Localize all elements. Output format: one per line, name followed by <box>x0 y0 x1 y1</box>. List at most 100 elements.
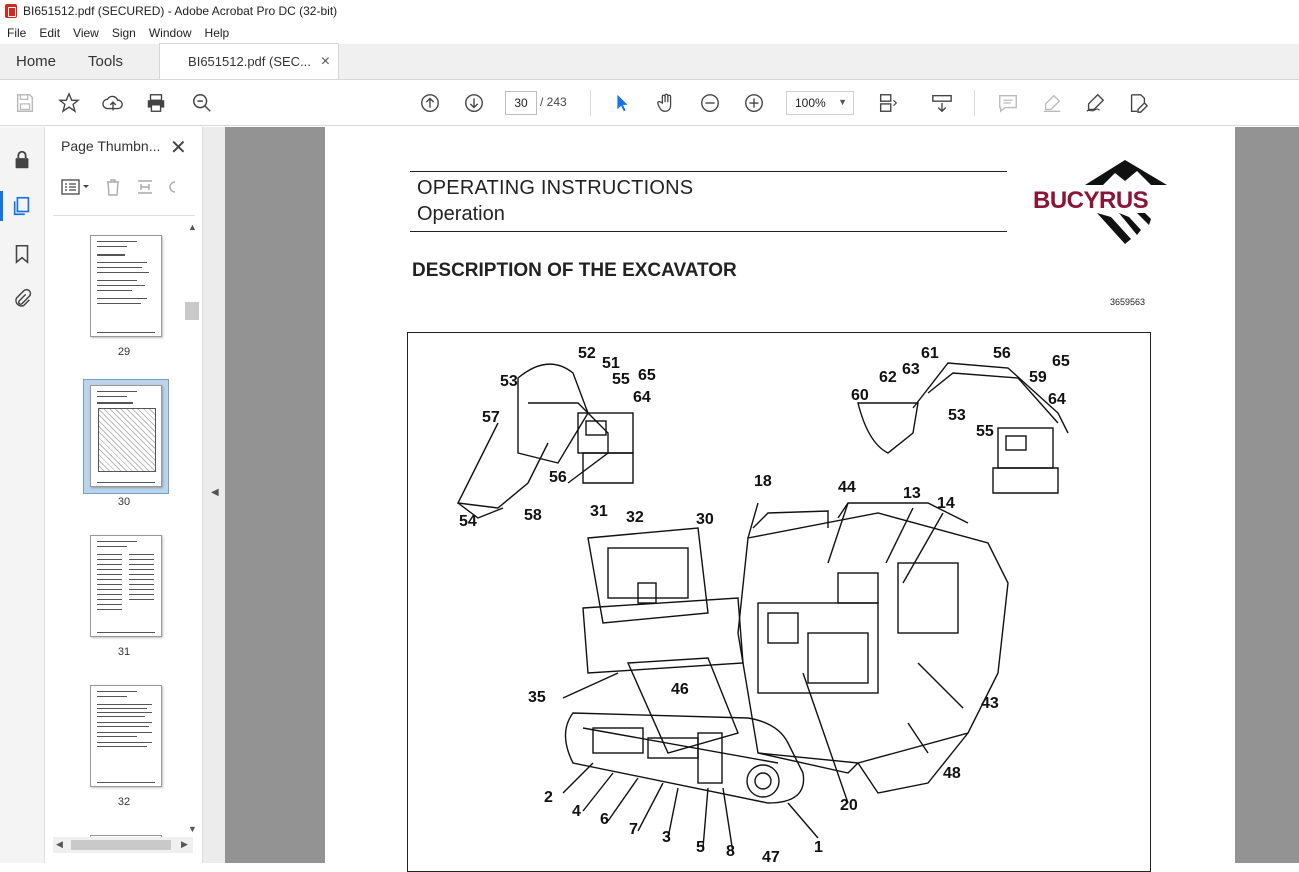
hscrollbar-thumb[interactable] <box>71 840 171 850</box>
tab-close-icon[interactable]: × <box>321 53 330 71</box>
callout-label: 53 <box>948 407 966 424</box>
search-zoom-icon[interactable] <box>190 91 214 115</box>
thumbnails-toolbar <box>61 177 177 201</box>
thumbnails-scrollbar[interactable]: ▲ ▼ <box>185 222 199 837</box>
zoom-in-icon[interactable] <box>742 91 766 115</box>
insert-page-icon[interactable] <box>135 177 155 202</box>
callout-label: 3 <box>662 829 671 846</box>
callout-label: 58 <box>524 507 542 524</box>
menu-view[interactable]: View <box>66 26 105 40</box>
callout-label: 18 <box>754 473 772 490</box>
callout-label: 6 <box>600 811 609 828</box>
close-icon[interactable]: ✕ <box>170 135 187 160</box>
page-down-icon[interactable] <box>462 91 486 115</box>
bookmark-icon[interactable] <box>11 243 33 265</box>
pdf-app-icon <box>5 4 17 18</box>
excavator-drawing <box>456 362 1069 854</box>
scroll-up-icon[interactable]: ▲ <box>188 222 197 232</box>
callout-label: 55 <box>612 371 630 388</box>
page-up-icon[interactable] <box>418 91 442 115</box>
scrollbar-thumb[interactable] <box>185 302 199 320</box>
tab-home[interactable]: Home <box>0 44 72 79</box>
panel-divider <box>53 215 195 216</box>
brand-name: BUCYRUS <box>1033 187 1149 214</box>
callout-label: 65 <box>638 367 656 384</box>
attachment-icon[interactable] <box>11 288 33 310</box>
thumbnail-page[interactable] <box>90 685 162 787</box>
callout-label: 55 <box>976 423 994 440</box>
menu-file[interactable]: File <box>0 26 32 40</box>
document-viewport[interactable]: OPERATING INSTRUCTIONS Operation BUCYRUS… <box>225 127 1299 872</box>
left-rail <box>0 127 45 863</box>
print-icon[interactable] <box>144 91 168 115</box>
thumbnail-page[interactable] <box>90 235 162 337</box>
callout-label: 64 <box>1048 391 1066 408</box>
page-fit-icon[interactable] <box>876 91 900 115</box>
tab-document[interactable]: BI651512.pdf (SEC... × <box>159 43 340 79</box>
select-cursor-icon[interactable] <box>610 91 634 115</box>
highlight-icon[interactable] <box>1040 91 1064 115</box>
edit-pdf-icon[interactable] <box>1126 91 1150 115</box>
lock-icon[interactable] <box>11 149 33 171</box>
thumbnails-hscrollbar[interactable]: ◀ ▶ <box>53 837 193 853</box>
callout-label: 60 <box>851 387 869 404</box>
excavator-diagram: 52 51 65 55 53 64 57 56 54 58 61 56 62 6… <box>407 332 1151 872</box>
section-heading: DESCRIPTION OF THE EXCAVATOR <box>412 260 737 281</box>
callout-label: 56 <box>993 345 1011 362</box>
title-bar: BI651512.pdf (SECURED) - Adobe Acrobat P… <box>0 0 1299 22</box>
thumbnails-title: Page Thumbn... <box>61 138 161 154</box>
toolbar-divider <box>974 90 975 116</box>
menu-sign[interactable]: Sign <box>105 26 142 40</box>
callout-label: 4 <box>572 803 581 820</box>
zoom-select[interactable]: 100% ▼ <box>786 91 854 115</box>
page-total: / 243 <box>540 95 567 109</box>
scroll-mode-icon[interactable] <box>930 91 954 115</box>
bucyrus-logo: BUCYRUS <box>1027 157 1177 247</box>
thumbnail-label: 31 <box>117 646 131 658</box>
callout-label: 20 <box>840 797 858 814</box>
zoom-out-icon[interactable] <box>698 91 722 115</box>
thumbnail-page-selected[interactable] <box>90 385 162 487</box>
page-number-input[interactable]: 30 <box>505 91 537 115</box>
rotate-page-icon[interactable] <box>167 177 177 202</box>
bookmark-star-icon[interactable] <box>57 91 81 115</box>
main-toolbar: 30 / 243 100% ▼ <box>0 80 1299 126</box>
thumbnail-label: 32 <box>117 796 131 808</box>
menu-help[interactable]: Help <box>198 26 236 40</box>
menu-bar: File Edit View Sign Window Help <box>0 22 1299 44</box>
delete-page-icon[interactable] <box>103 177 123 202</box>
callout-label: 59 <box>1029 369 1047 386</box>
scroll-down-icon[interactable]: ▼ <box>188 824 197 834</box>
doc-header-subtitle: Operation <box>417 203 505 225</box>
comment-icon[interactable] <box>996 91 1020 115</box>
tab-bar: Home Tools BI651512.pdf (SEC... × <box>0 43 1299 80</box>
menu-window[interactable]: Window <box>142 26 198 40</box>
thumbnail-page[interactable] <box>90 535 162 637</box>
hand-icon[interactable] <box>654 91 678 115</box>
callout-label: 64 <box>633 389 651 406</box>
callout-label: 57 <box>482 409 500 426</box>
callout-label: 61 <box>921 345 939 362</box>
panel-collapse-handle[interactable]: ◀ <box>203 127 225 863</box>
callout-label: 47 <box>762 849 780 866</box>
tab-tools[interactable]: Tools <box>72 44 139 79</box>
thumbnail-options-icon[interactable] <box>61 178 91 201</box>
callout-label: 7 <box>629 821 638 838</box>
pages-icon[interactable] <box>0 191 33 221</box>
save-icon[interactable] <box>13 91 37 115</box>
upload-icon[interactable] <box>101 91 125 115</box>
scroll-left-icon[interactable]: ◀ <box>56 839 63 850</box>
callout-label: 46 <box>671 681 689 698</box>
header-rule <box>410 171 1007 172</box>
callout-label: 5 <box>696 839 705 856</box>
window-title: BI651512.pdf (SECURED) - Adobe Acrobat P… <box>23 4 338 18</box>
callout-label: 54 <box>459 513 477 530</box>
scroll-right-icon[interactable]: ▶ <box>181 839 188 850</box>
menu-edit[interactable]: Edit <box>32 26 66 40</box>
collapse-arrow-icon: ◀ <box>211 487 219 498</box>
callout-label: 2 <box>544 789 553 806</box>
callout-label: 53 <box>500 373 518 390</box>
thumbnail-label: 29 <box>117 346 131 358</box>
sign-icon[interactable] <box>1083 91 1107 115</box>
callout-label: 30 <box>696 511 714 528</box>
